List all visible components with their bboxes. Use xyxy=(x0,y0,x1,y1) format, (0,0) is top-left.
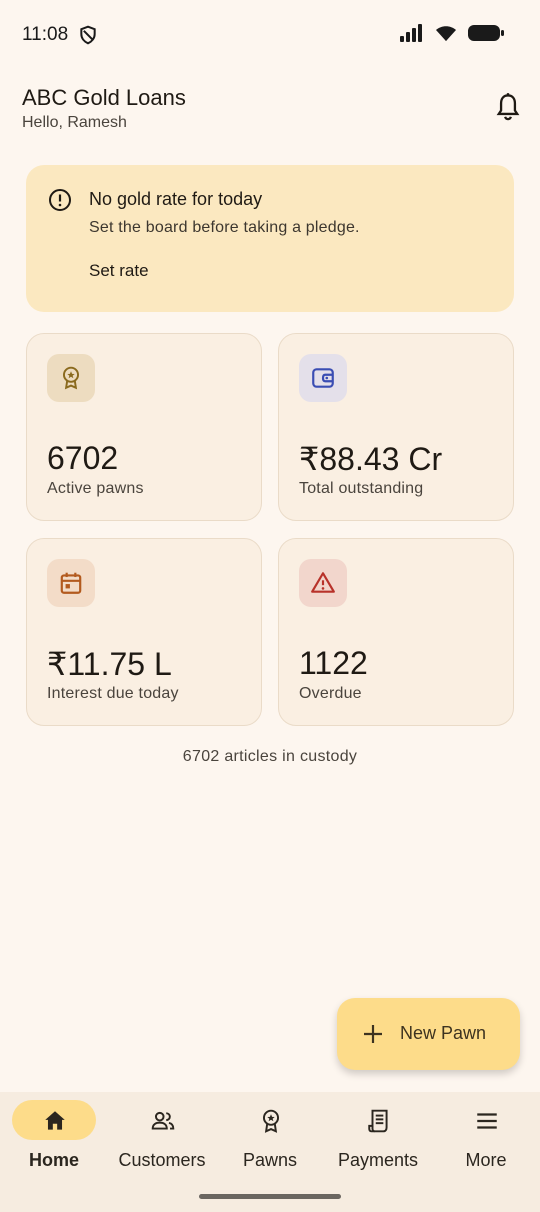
home-indicator[interactable] xyxy=(199,1194,341,1199)
gold-rate-alert: No gold rate for today Set the board bef… xyxy=(26,165,514,312)
wifi-icon xyxy=(436,26,456,41)
stat-icon-bg xyxy=(47,559,95,607)
nav-item-payments[interactable]: Payments xyxy=(324,1092,432,1192)
menu-icon xyxy=(477,1113,497,1129)
shield-icon xyxy=(80,25,96,45)
set-rate-button[interactable]: Set rate xyxy=(89,261,149,281)
medal-icon xyxy=(262,1109,280,1133)
stat-icon-bg xyxy=(299,559,347,607)
battery-icon xyxy=(468,25,504,41)
nav-label: Payments xyxy=(337,1150,419,1170)
alert-title: No gold rate for today xyxy=(89,189,263,209)
stat-card-overdue[interactable]: 1122 Overdue xyxy=(278,538,514,726)
stat-value: ₹11.75 L xyxy=(47,646,172,682)
greeting-text: Hello, Ramesh xyxy=(22,114,127,131)
stat-label: Total outstanding xyxy=(299,480,424,497)
stat-label: Overdue xyxy=(299,685,362,702)
nav-label: More xyxy=(465,1150,507,1170)
nav-item-pawns[interactable]: Pawns xyxy=(216,1092,324,1192)
stat-label: Active pawns xyxy=(47,480,144,497)
info-icon xyxy=(49,189,71,211)
app-title: ABC Gold Loans xyxy=(22,85,186,110)
medal-icon xyxy=(62,366,80,390)
nav-label: Customers xyxy=(118,1150,206,1170)
people-icon xyxy=(151,1111,175,1130)
stat-card-interest-due[interactable]: ₹11.75 L Interest due today xyxy=(26,538,262,726)
nav-item-customers[interactable]: Customers xyxy=(108,1092,216,1192)
nav-label: Pawns xyxy=(242,1150,298,1170)
nav-label: Home xyxy=(28,1150,79,1170)
custody-note: 6702 articles in custody xyxy=(182,748,358,765)
home-icon xyxy=(45,1111,65,1130)
stat-label: Interest due today xyxy=(47,685,179,702)
alert-subtitle: Set the board before taking a pledge. xyxy=(89,219,360,236)
stat-card-active-pawns[interactable]: 6702 Active pawns xyxy=(26,333,262,521)
stat-card-total-outstanding[interactable]: ₹88.43 Cr Total outstanding xyxy=(278,333,514,521)
status-icons xyxy=(400,24,504,42)
status-time: 11:08 xyxy=(22,24,69,45)
stat-value: ₹88.43 Cr xyxy=(299,441,443,477)
plus-icon xyxy=(364,1025,382,1043)
bell-icon[interactable] xyxy=(494,92,522,122)
signal-icon xyxy=(400,24,422,42)
nav-item-more[interactable]: More xyxy=(432,1092,540,1192)
nav-item-home[interactable]: Home xyxy=(0,1092,108,1192)
receipt-icon xyxy=(368,1109,388,1133)
new-pawn-button[interactable]: New Pawn xyxy=(337,998,520,1070)
stat-icon-bg xyxy=(299,354,347,402)
new-pawn-label: New Pawn xyxy=(400,1023,487,1043)
stat-value: 6702 xyxy=(47,440,119,476)
stat-icon-bg xyxy=(47,354,95,402)
warning-icon xyxy=(311,572,335,593)
wallet-icon xyxy=(312,368,334,388)
stat-value: 1122 xyxy=(299,645,368,681)
calendar-icon xyxy=(60,572,82,594)
status-bar: 11:08 xyxy=(0,0,540,72)
